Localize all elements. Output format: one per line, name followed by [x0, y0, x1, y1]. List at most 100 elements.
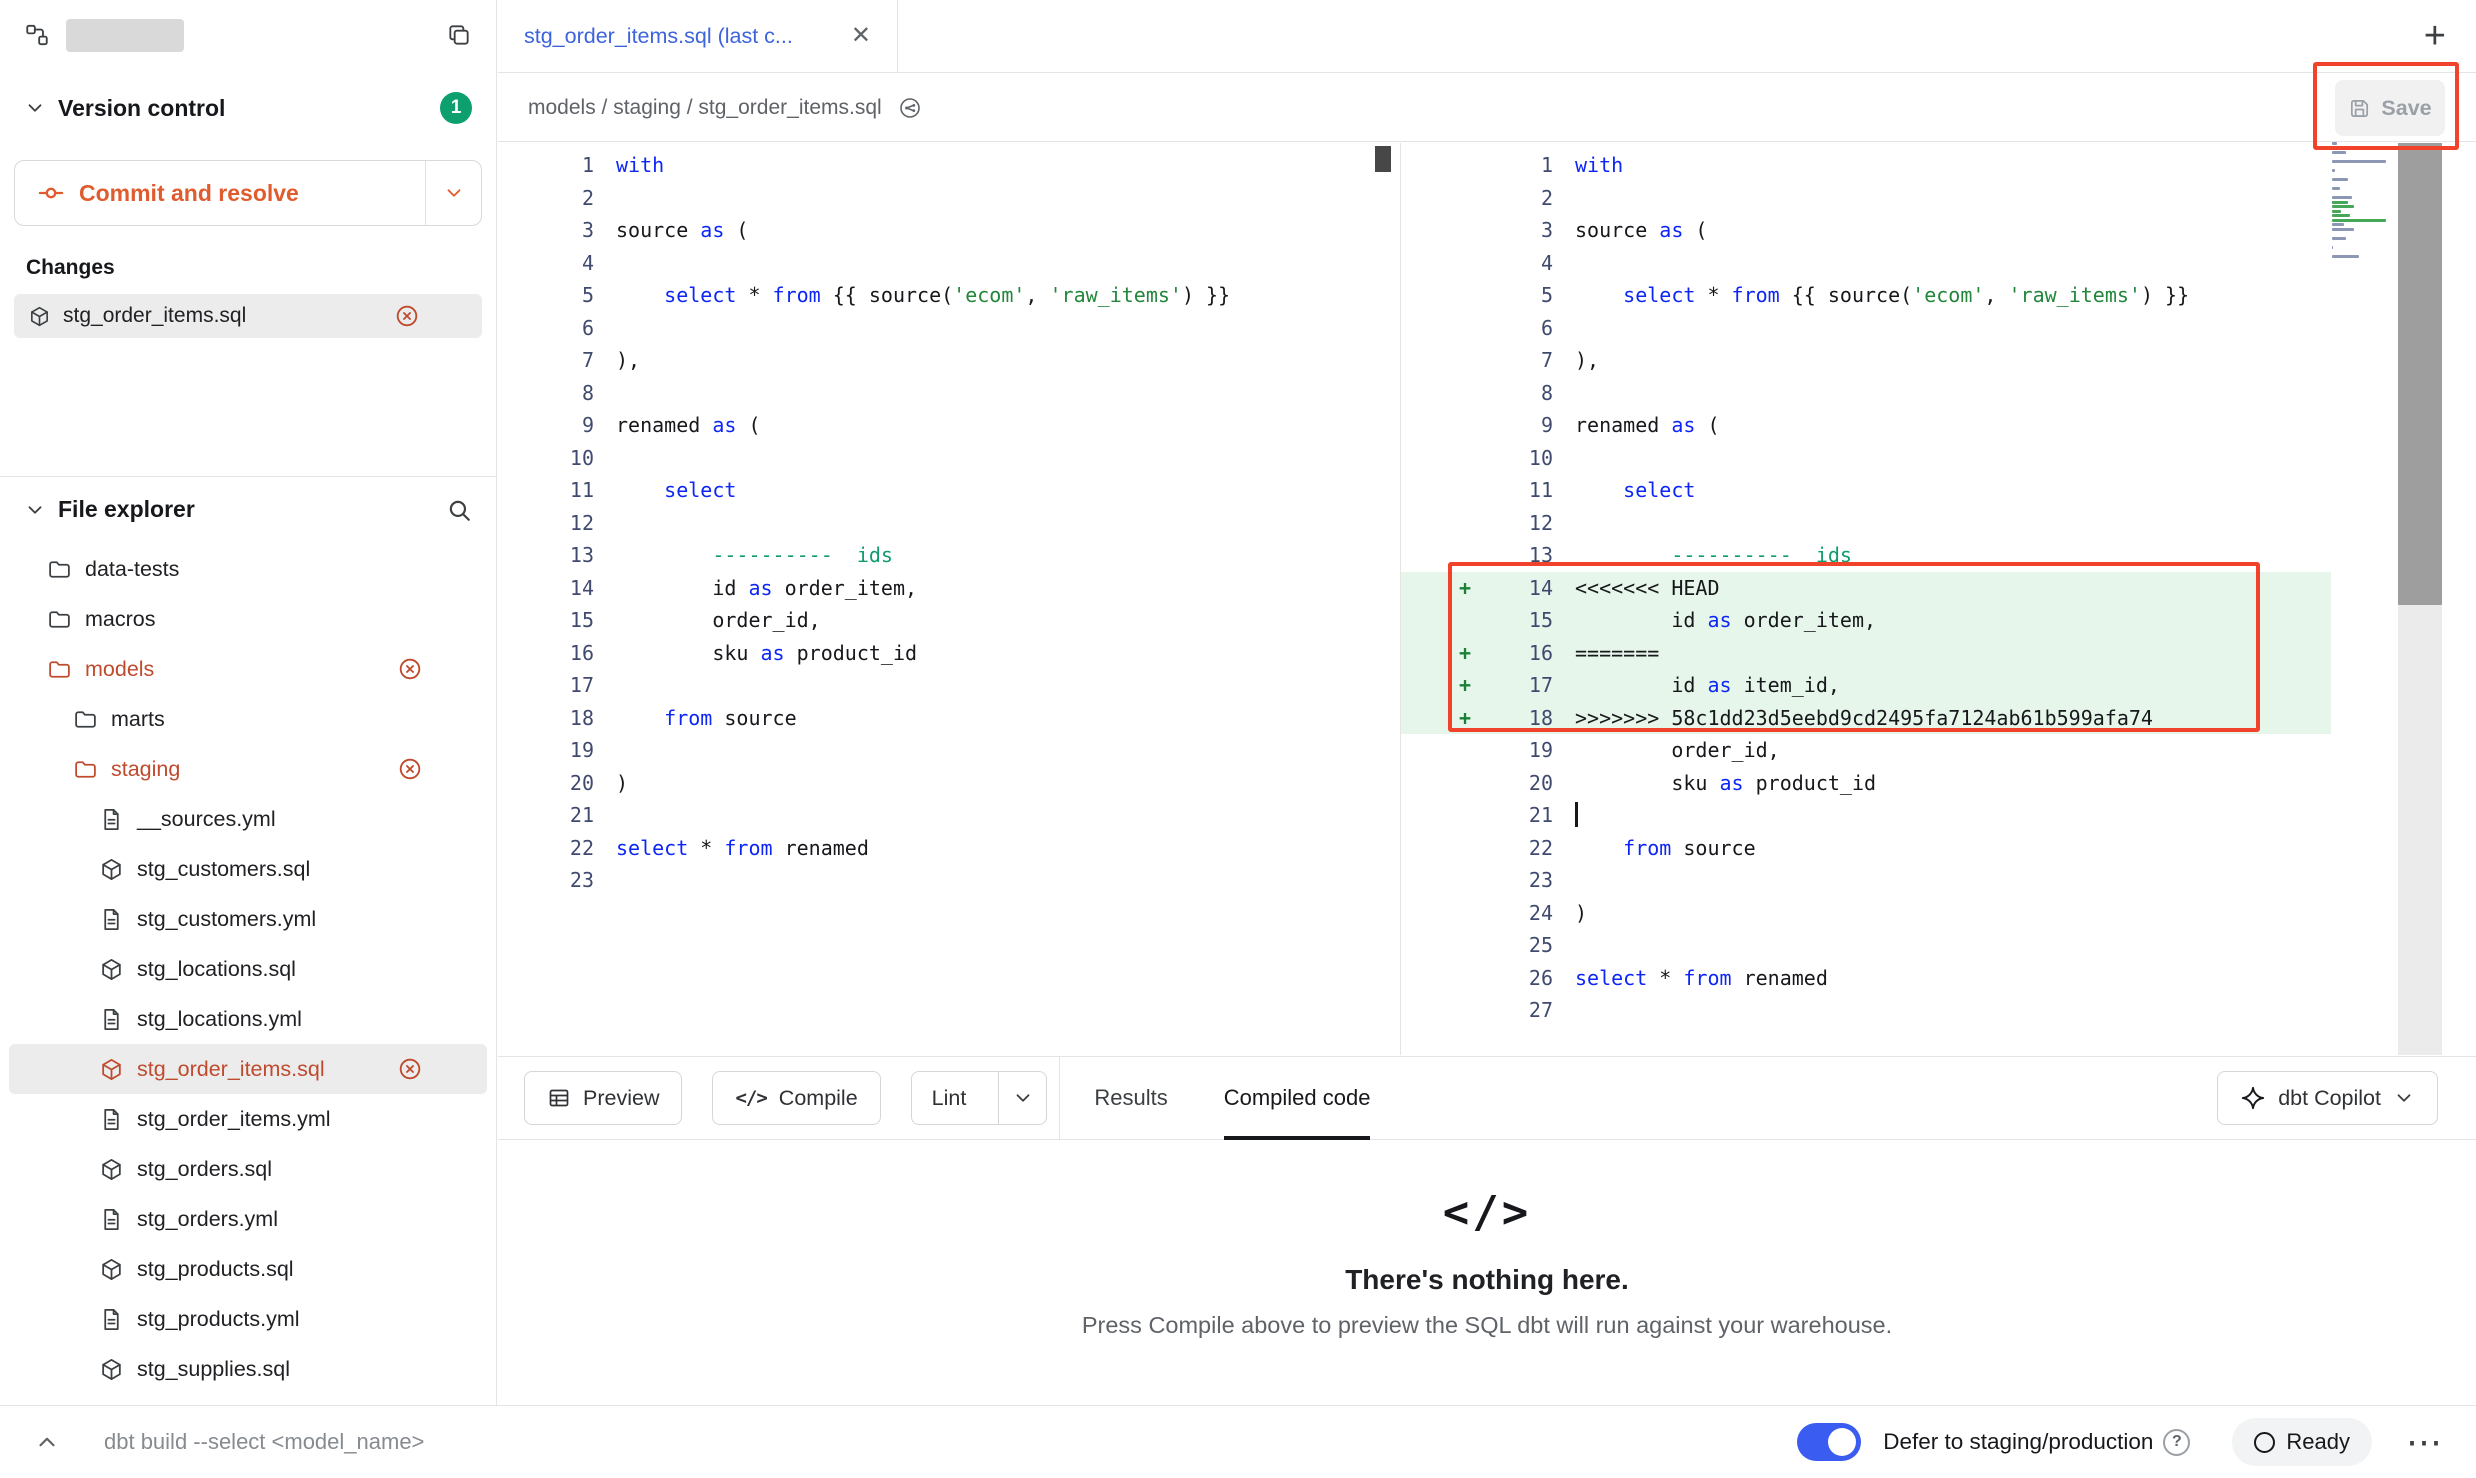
new-tab-button[interactable]: + — [2424, 17, 2446, 55]
tree-item-stg-orders-yml[interactable]: stg_orders.yml — [9, 1194, 487, 1244]
tab-compiled-code[interactable]: Compiled code — [1224, 1057, 1371, 1139]
compile-button[interactable]: </> Compile — [712, 1071, 880, 1125]
code-line-22[interactable]: 22select * from renamed — [498, 832, 1399, 865]
tree-item-stg-products-sql[interactable]: stg_products.sql — [9, 1244, 487, 1294]
code-line-6[interactable]: 6 — [1401, 312, 2331, 345]
code-line-20[interactable]: 20) — [498, 767, 1399, 800]
tree-item-stg-supplies-sql[interactable]: stg_supplies.sql — [9, 1344, 487, 1394]
code-line-5[interactable]: 5 select * from {{ source('ecom', 'raw_i… — [498, 279, 1399, 312]
code-line-2[interactable]: 2 — [1401, 182, 2331, 215]
code-line-21[interactable]: 21 — [1401, 799, 2331, 832]
close-icon[interactable]: ✕ — [851, 24, 871, 48]
code-line-10[interactable]: 10 — [498, 442, 1399, 475]
code-line-14[interactable]: 14 id as order_item, — [498, 572, 1399, 605]
tree-item-stg-locations-sql[interactable]: stg_locations.sql — [9, 944, 487, 994]
code-line-14[interactable]: +14<<<<<<< HEAD — [1401, 572, 2331, 605]
code-line-9[interactable]: 9renamed as ( — [1401, 409, 2331, 442]
code-line-11[interactable]: 11 select — [1401, 474, 2331, 507]
commit-options-chevron[interactable] — [425, 161, 481, 225]
tree-item-marts[interactable]: marts — [9, 694, 487, 744]
defer-toggle[interactable] — [1797, 1423, 1861, 1461]
code-line-1[interactable]: 1with — [498, 149, 1399, 182]
tree-item-stg-order-items-yml[interactable]: stg_order_items.yml — [9, 1094, 487, 1144]
tree-item--sources-yml[interactable]: __sources.yml — [9, 794, 487, 844]
changed-file-item[interactable]: stg_order_items.sql — [14, 294, 482, 338]
help-icon[interactable]: ? — [2163, 1429, 2190, 1456]
graph-icon[interactable] — [24, 22, 50, 48]
code-line-15[interactable]: 15 order_id, — [498, 604, 1399, 637]
code-line-5[interactable]: 5 select * from {{ source('ecom', 'raw_i… — [1401, 279, 2331, 312]
lint-button-label[interactable]: Lint — [912, 1086, 987, 1111]
code-line-11[interactable]: 11 select — [498, 474, 1399, 507]
code-line-16[interactable]: 16 sku as product_id — [498, 637, 1399, 670]
code-line-10[interactable]: 10 — [1401, 442, 2331, 475]
code-line-4[interactable]: 4 — [1401, 247, 2331, 280]
code-line-22[interactable]: 22 from source — [1401, 832, 2331, 865]
code-line-27[interactable]: 27 — [1401, 994, 2331, 1027]
code-line-13[interactable]: 13 ---------- ids — [1401, 539, 2331, 572]
tab-stg-order-items[interactable]: stg_order_items.sql (last c... ✕ — [498, 0, 898, 72]
tree-item-staging[interactable]: staging — [9, 744, 487, 794]
tree-item-stg-orders-sql[interactable]: stg_orders.sql — [9, 1144, 487, 1194]
minimap[interactable] — [2332, 142, 2390, 264]
commit-and-resolve-button[interactable]: Commit and resolve — [14, 160, 482, 226]
tree-item-stg-products-yml[interactable]: stg_products.yml — [9, 1294, 487, 1344]
code-line-17[interactable]: +17 id as item_id, — [1401, 669, 2331, 702]
file-icon — [99, 907, 124, 932]
code-line-7[interactable]: 7), — [498, 344, 1399, 377]
left-editor-scrollbar-thumb[interactable] — [1375, 146, 1391, 172]
command-input[interactable]: dbt build --select <model_name> — [104, 1429, 424, 1455]
code-line-12[interactable]: 12 — [498, 507, 1399, 540]
dbt-copilot-button[interactable]: dbt Copilot — [2217, 1071, 2438, 1125]
code-line-9[interactable]: 9renamed as ( — [498, 409, 1399, 442]
code-line-25[interactable]: 25 — [1401, 929, 2331, 962]
lint-options-chevron[interactable] — [998, 1072, 1046, 1124]
code-line-7[interactable]: 7), — [1401, 344, 2331, 377]
tree-item-data-tests[interactable]: data-tests — [9, 544, 487, 594]
file-explorer-header[interactable]: File explorer — [0, 476, 496, 542]
code-line-4[interactable]: 4 — [498, 247, 1399, 280]
copy-icon[interactable] — [446, 22, 472, 48]
save-button[interactable]: Save — [2335, 80, 2445, 136]
code-line-20[interactable]: 20 sku as product_id — [1401, 767, 2331, 800]
code-line-2[interactable]: 2 — [498, 182, 1399, 215]
ready-status-button[interactable]: Ready — [2232, 1418, 2372, 1466]
code-line-18[interactable]: 18 from source — [498, 702, 1399, 735]
search-icon[interactable] — [446, 497, 472, 523]
code-line-21[interactable]: 21 — [498, 799, 1399, 832]
version-control-header[interactable]: Version control 1 — [0, 76, 496, 140]
code-line-15[interactable]: 15 id as order_item, — [1401, 604, 2331, 637]
code-line-24[interactable]: 24) — [1401, 897, 2331, 930]
editor-scrollbar-thumb[interactable] — [2398, 143, 2442, 605]
code-line-23[interactable]: 23 — [1401, 864, 2331, 897]
code-line-23[interactable]: 23 — [498, 864, 1399, 897]
tree-item-models[interactable]: models — [9, 644, 487, 694]
editor-pane-modified[interactable]: 1with23source as (45 select * from {{ so… — [1401, 143, 2476, 1055]
tree-item-stg-customers-sql[interactable]: stg_customers.sql — [9, 844, 487, 894]
chevron-up-icon[interactable] — [34, 1429, 60, 1455]
tree-item-stg-customers-yml[interactable]: stg_customers.yml — [9, 894, 487, 944]
editor-pane-original[interactable]: 1with23source as (45 select * from {{ so… — [498, 143, 1399, 1055]
tree-item-stg-order-items-sql[interactable]: stg_order_items.sql — [9, 1044, 487, 1094]
code-line-3[interactable]: 3source as ( — [498, 214, 1399, 247]
preview-button[interactable]: Preview — [524, 1071, 682, 1125]
code-line-8[interactable]: 8 — [1401, 377, 2331, 410]
editor-scrollbar[interactable] — [2398, 143, 2442, 1055]
code-line-8[interactable]: 8 — [498, 377, 1399, 410]
tab-results[interactable]: Results — [1094, 1057, 1167, 1139]
code-line-19[interactable]: 19 order_id, — [1401, 734, 2331, 767]
code-line-3[interactable]: 3source as ( — [1401, 214, 2331, 247]
code-line-26[interactable]: 26select * from renamed — [1401, 962, 2331, 995]
code-line-12[interactable]: 12 — [1401, 507, 2331, 540]
tree-item-macros[interactable]: macros — [9, 594, 487, 644]
code-line-6[interactable]: 6 — [498, 312, 1399, 345]
code-line-18[interactable]: +18>>>>>>> 58c1dd23d5eebd9cd2495fa7124ab… — [1401, 702, 2331, 735]
lint-button-group[interactable]: Lint — [911, 1071, 1048, 1125]
code-line-19[interactable]: 19 — [498, 734, 1399, 767]
lineage-icon[interactable] — [898, 96, 922, 120]
tree-item-stg-locations-yml[interactable]: stg_locations.yml — [9, 994, 487, 1044]
code-line-16[interactable]: +16======= — [1401, 637, 2331, 670]
code-line-13[interactable]: 13 ---------- ids — [498, 539, 1399, 572]
code-line-17[interactable]: 17 — [498, 669, 1399, 702]
code-line-1[interactable]: 1with — [1401, 149, 2331, 182]
